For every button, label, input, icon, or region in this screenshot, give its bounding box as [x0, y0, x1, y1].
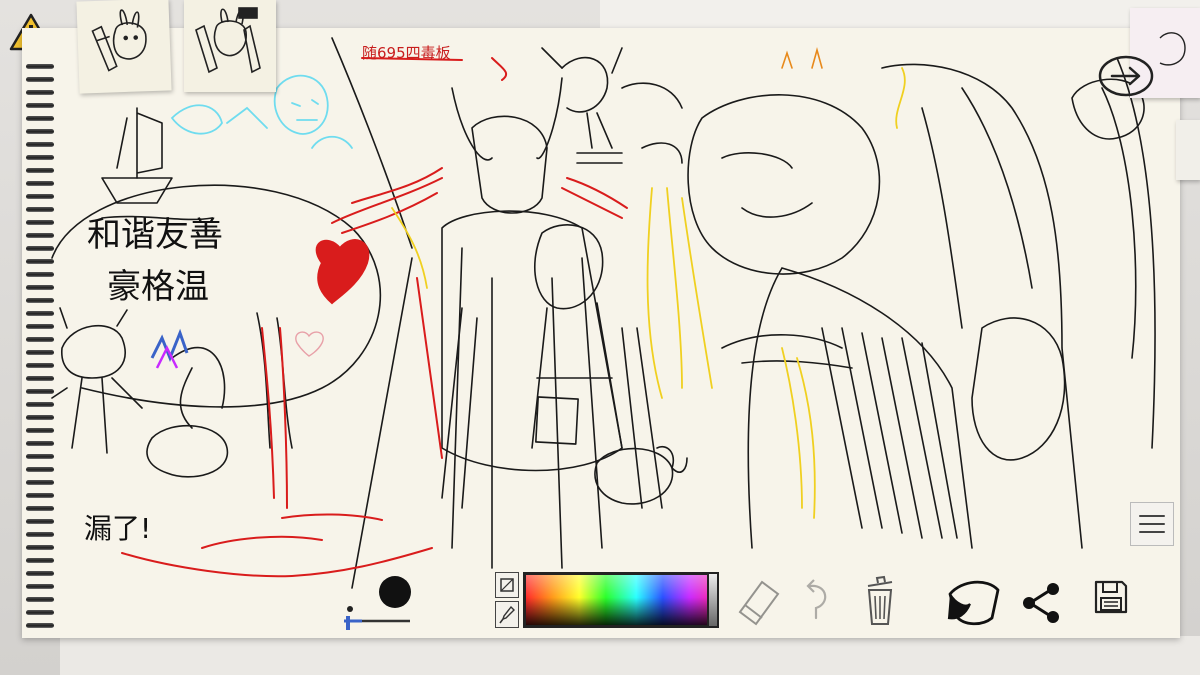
next-button[interactable]: next [1096, 54, 1156, 98]
spiral-ring [26, 311, 54, 316]
eraser-icon [738, 580, 780, 626]
sketch-knight-head [471, 115, 548, 214]
drawing-text-greeting-2: 豪格温 [107, 267, 209, 307]
spiral-ring [26, 142, 54, 147]
spiral-ring [26, 90, 54, 95]
spiral-ring [26, 337, 54, 342]
spiral-ring [26, 441, 54, 446]
spiral-ring [26, 597, 54, 602]
drawing-canvas[interactable]: 和谐友善 豪格温 随695四毒板 漏了! [22, 28, 1180, 638]
spiral-ring [26, 207, 54, 212]
spiral-ring [26, 415, 54, 420]
spiral-ring [26, 519, 54, 524]
sketch-girl-head [534, 224, 604, 310]
eraser-button[interactable] [732, 574, 784, 628]
background-paper-bottom [60, 636, 1200, 675]
palette-icon [500, 578, 514, 592]
color-picker[interactable] [523, 572, 719, 628]
undo-button[interactable] [800, 574, 836, 628]
save-button[interactable] [1090, 576, 1132, 618]
spiral-ring [26, 363, 54, 368]
share-icon [1023, 583, 1059, 623]
eyedropper-button[interactable] [495, 601, 519, 628]
sketch-cyan-skull [273, 74, 329, 135]
spiral-ring [26, 506, 54, 511]
bucket-button[interactable] [942, 574, 1004, 630]
drawing-notebook[interactable]: 和谐友善 豪格温 随695四毒板 漏了! [22, 28, 1180, 638]
menu-button[interactable]: menu [1130, 502, 1174, 546]
spiral-ring [26, 558, 54, 563]
spiral-ring [26, 402, 54, 407]
spiral-ring [26, 480, 54, 485]
spiral-ring [26, 116, 54, 121]
sticker-rabbit-1[interactable] [76, 0, 172, 94]
spiral-ring [26, 350, 54, 355]
hamburger-icon [1139, 515, 1165, 533]
color-brightness-slider[interactable] [707, 572, 719, 628]
spiral-ring [26, 103, 54, 108]
spiral-ring [26, 532, 54, 537]
sketch-monster-head [687, 94, 881, 275]
spiral-ring [26, 545, 54, 550]
sketch-bird [561, 56, 609, 113]
undo-icon [806, 579, 827, 620]
spiral-ring [26, 376, 54, 381]
drawing-text-greeting-1: 和谐友善 [87, 215, 223, 255]
spiral-ring [26, 129, 54, 134]
sticker-side-partial-2[interactable] [1176, 120, 1200, 180]
spiral-ring [26, 64, 54, 69]
spiral-ring [26, 324, 54, 329]
trash-icon [867, 575, 893, 625]
spiral-ring [26, 493, 54, 498]
spiral-ring [26, 454, 54, 459]
sticker-rabbit-2[interactable] [184, 0, 276, 92]
spiral-ring [26, 194, 54, 199]
spiral-ring [26, 155, 54, 160]
spiral-ring [26, 181, 54, 186]
sketch-red-heart [315, 239, 370, 305]
spiral-ring [26, 220, 54, 225]
spiral-ring [26, 246, 54, 251]
palette-toggle-button[interactable] [495, 572, 519, 598]
trash-button[interactable] [860, 572, 900, 628]
floppy-disk-icon [1094, 580, 1128, 614]
share-button[interactable] [1018, 580, 1064, 626]
drawing-text-top-note: 随695四毒板 [362, 44, 451, 62]
spiral-ring [26, 584, 54, 589]
eyedropper-icon [499, 605, 515, 623]
spiral-ring [26, 467, 54, 472]
brush-size-tool[interactable] [340, 574, 416, 634]
spiral-ring [26, 623, 54, 628]
spiral-ring [26, 428, 54, 433]
spiral-ring [26, 285, 54, 290]
spiral-ring [26, 389, 54, 394]
bucket-icon [947, 580, 1000, 626]
spiral-ring [26, 272, 54, 277]
spiral-binding [22, 64, 56, 654]
spiral-ring [26, 77, 54, 82]
spiral-ring [26, 610, 54, 615]
spiral-ring [26, 298, 54, 303]
spiral-ring [26, 168, 54, 173]
drawing-text-bottom-note: 漏了! [84, 512, 151, 545]
spiral-ring [26, 571, 54, 576]
spiral-ring [26, 259, 54, 264]
spiral-ring [26, 233, 54, 238]
